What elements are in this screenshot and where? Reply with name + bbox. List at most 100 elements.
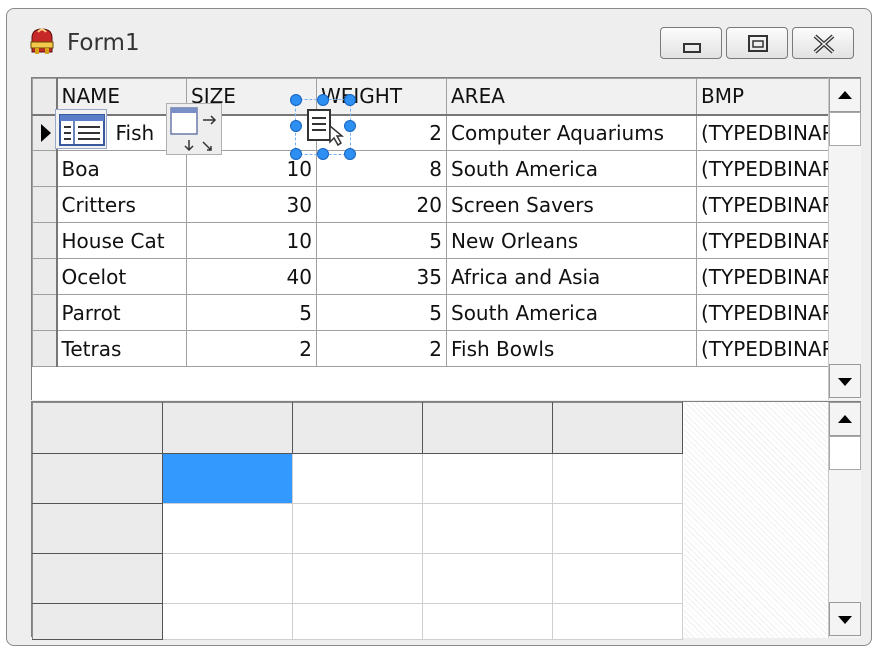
form-window: Form1 NAME SIZE WEIGHT AREA BMP Fish 2 C… [6,8,872,646]
cell-weight[interactable]: 20 [316,186,447,223]
cell-size[interactable]: 5 [186,294,317,331]
grid-cell[interactable] [422,603,553,640]
cell-area[interactable]: South America [446,294,697,331]
grid-fixed-cell [552,402,683,454]
arrow-up-icon [838,415,852,423]
cell-area[interactable]: Screen Savers [446,186,697,223]
row-indicator [32,114,58,151]
table-row[interactable]: Ocelot 40 35 Africa and Asia (TYPEDBINAR… [32,258,860,295]
cell-area[interactable]: New Orleans [446,222,697,259]
cell-weight[interactable]: 5 [316,294,447,331]
selection-handle[interactable] [290,94,302,106]
grid-fixed-cell [422,402,553,454]
grid-cell[interactable] [162,603,293,640]
delphi-helmet-icon [30,28,54,54]
window-title: Form1 [67,30,140,56]
grid-cell[interactable] [552,603,683,640]
selection-handle[interactable] [317,148,329,160]
cell-name[interactable]: Critters [56,186,187,223]
datasource-component[interactable] [295,99,351,155]
grid-cell[interactable] [292,453,423,504]
scroll-down-button[interactable] [829,602,861,636]
grid-fixed-cell [32,503,163,554]
grid-fixed-cell [292,402,423,454]
grid-row [32,553,683,604]
cell-weight[interactable]: 2 [316,330,447,367]
cell-weight[interactable]: 5 [316,222,447,259]
title-bar[interactable]: Form1 [7,9,871,73]
cell-size[interactable]: 10 [186,222,317,259]
cell-weight[interactable]: 35 [316,258,447,295]
grid-fixed-cell [32,603,163,640]
maximize-button[interactable] [726,27,788,59]
cell-size[interactable]: 30 [186,186,317,223]
grid-cell[interactable] [552,553,683,604]
table-row[interactable]: Critters 30 20 Screen Savers (TYPEDBINAR… [32,186,860,223]
cell-area[interactable]: Africa and Asia [446,258,697,295]
db-grid-header: NAME SIZE WEIGHT AREA BMP [32,78,860,116]
grid-fixed-cell [32,402,163,454]
column-header-area[interactable]: AREA [446,78,697,116]
db-grid-vertical-scrollbar[interactable] [828,78,861,400]
selection-handle[interactable] [290,120,302,132]
cell-area[interactable]: South America [446,150,697,187]
grid-cell[interactable] [552,503,683,554]
row-indicator [32,186,58,223]
minimize-button[interactable] [660,27,722,59]
grid-row [32,453,683,504]
arrow-down-icon [838,378,852,386]
scroll-up-button[interactable] [829,402,861,436]
grid-cell[interactable] [292,553,423,604]
selection-handle[interactable] [317,94,329,106]
grid-cell[interactable] [292,603,423,640]
table-row[interactable]: Boa 10 8 South America (TYPEDBINARY) [32,150,860,187]
grid-cell[interactable] [422,503,553,554]
grid-empty-area [684,402,828,638]
grid-cell[interactable] [552,453,683,504]
scroll-thumb[interactable] [829,436,861,470]
close-button[interactable] [792,27,854,59]
table-row[interactable]: Parrot 5 5 South America (TYPEDBINARY) [32,294,860,331]
selection-handle[interactable] [344,94,356,106]
db-grid[interactable]: NAME SIZE WEIGHT AREA BMP Fish 2 Compute… [31,77,861,400]
grid-fixed-cell [32,453,163,504]
layout-component[interactable] [166,103,222,155]
grid-cell[interactable] [162,503,293,554]
cell-size[interactable]: 2 [186,330,317,367]
grid-cell[interactable] [422,553,553,604]
cell-area[interactable]: Fish Bowls [446,330,697,367]
cell-size[interactable]: 40 [186,258,317,295]
cell-name[interactable]: Tetras [56,330,187,367]
grid-cell-selected[interactable] [162,453,293,504]
grid-row [32,503,683,554]
table-row[interactable]: Fish 2 Computer Aquariums (TYPEDBINARY) [32,114,860,151]
selection-handle[interactable] [344,120,356,132]
cell-name[interactable]: Parrot [56,294,187,331]
string-grid-vertical-scrollbar[interactable] [828,402,861,638]
grid-cell[interactable] [292,503,423,554]
string-grid-table [32,402,683,640]
row-indicator [32,330,58,367]
row-indicator [32,294,58,331]
selection-handle[interactable] [344,148,356,160]
table-row[interactable]: Tetras 2 2 Fish Bowls (TYPEDBINARY) [32,330,860,367]
row-indicator [32,222,58,259]
table-component[interactable] [55,109,107,149]
scroll-up-button[interactable] [829,78,861,112]
grid-cell[interactable] [162,553,293,604]
maximize-icon [748,35,768,52]
table-row[interactable]: House Cat 10 5 New Orleans (TYPEDBINARY) [32,222,860,259]
scroll-thumb[interactable] [829,112,861,146]
grid-cell[interactable] [422,453,553,504]
scroll-down-button[interactable] [829,364,861,398]
string-grid[interactable] [31,401,861,640]
selection-handle[interactable] [290,148,302,160]
minimize-icon [683,43,701,53]
cell-name[interactable]: Ocelot [56,258,187,295]
grid-row [32,603,683,640]
cell-area[interactable]: Computer Aquariums [446,114,697,151]
arrow-down-icon [838,616,852,624]
grid-row [32,402,683,454]
cell-name[interactable]: House Cat [56,222,187,259]
layout-component-icon [170,107,217,152]
